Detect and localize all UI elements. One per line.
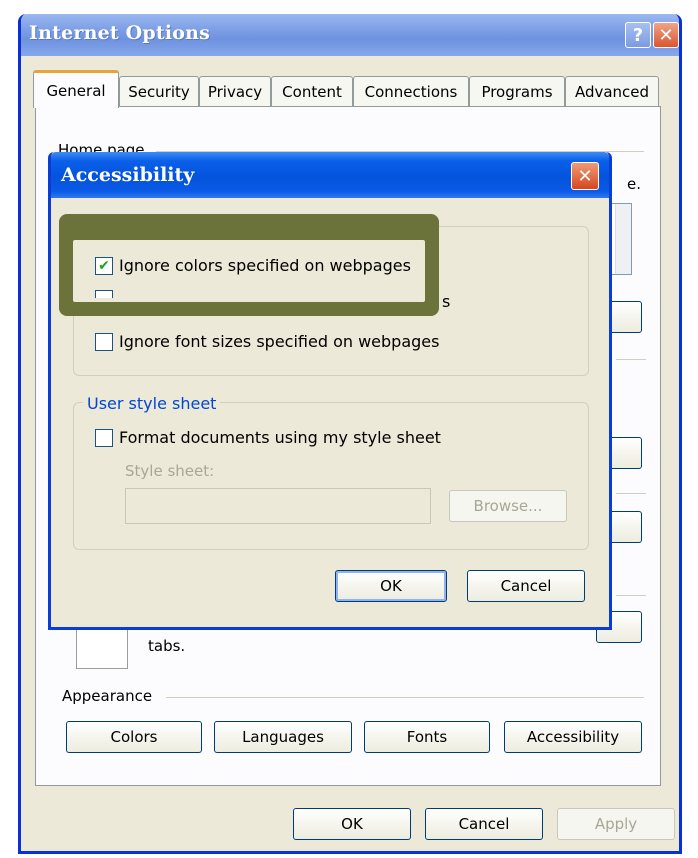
browse-button[interactable]: Browse... — [449, 490, 567, 522]
ignore-font-sizes-checkbox[interactable] — [95, 332, 113, 351]
textarea-scrollbar[interactable] — [615, 204, 631, 274]
apply-button[interactable]: Apply — [557, 808, 675, 840]
ignore-colors-checkbox-row[interactable]: ✔ Ignore colors specified on webpages — [95, 256, 411, 275]
ignore-font-styles-checkbox[interactable] — [95, 290, 113, 298]
close-button[interactable]: ✕ — [653, 22, 679, 48]
tabs-divider — [616, 595, 646, 596]
style-sheet-label: Style sheet: — [125, 462, 215, 480]
tab-programs[interactable]: Programs — [469, 76, 565, 106]
accessibility-button[interactable]: Accessibility — [504, 721, 642, 753]
dialog-title: Accessibility — [61, 164, 195, 186]
dialog-close-button[interactable]: ✕ — [571, 162, 599, 190]
tabs-icon — [76, 627, 128, 669]
ok-button[interactable]: OK — [293, 808, 411, 840]
ignore-font-sizes-label: Ignore font sizes specified on webpages — [119, 332, 440, 351]
format-docs-label: Format documents using my style sheet — [119, 428, 441, 447]
tab-connections[interactable]: Connections — [353, 76, 469, 106]
dialog-cancel-button[interactable]: Cancel — [467, 570, 585, 602]
tab-general[interactable]: General — [33, 70, 119, 108]
appearance-label: Appearance — [62, 687, 153, 705]
tabs-text-fragment: tabs. — [148, 637, 186, 655]
help-button[interactable]: ? — [625, 22, 651, 48]
user-style-sheet-legend: User style sheet — [83, 394, 221, 413]
fonts-button[interactable]: Fonts — [364, 721, 490, 753]
appearance-divider — [166, 697, 644, 698]
home-page-text-fragment: e. — [627, 175, 641, 193]
ignore-font-styles-fragment: s — [442, 292, 451, 311]
ignore-colors-checkbox[interactable]: ✔ — [95, 256, 113, 275]
window-title: Internet Options — [29, 22, 211, 44]
history-divider — [616, 359, 646, 360]
dialog-ok-button[interactable]: OK — [335, 570, 447, 602]
accessibility-dialog: Accessibility ✕ ✔ Ignore colors specifie… — [48, 152, 612, 630]
cancel-button[interactable]: Cancel — [425, 808, 543, 840]
colors-button[interactable]: Colors — [66, 721, 202, 753]
format-docs-checkbox[interactable] — [95, 428, 113, 447]
languages-button[interactable]: Languages — [214, 721, 352, 753]
search-divider — [616, 493, 646, 494]
tab-privacy[interactable]: Privacy — [199, 76, 271, 106]
tab-security[interactable]: Security — [119, 76, 199, 106]
style-sheet-input[interactable] — [125, 488, 431, 524]
ignore-colors-label: Ignore colors specified on webpages — [119, 256, 411, 275]
tab-advanced[interactable]: Advanced — [565, 76, 659, 106]
format-docs-checkbox-row[interactable]: Format documents using my style sheet — [95, 428, 441, 447]
tab-content[interactable]: Content — [271, 76, 353, 106]
ignore-font-sizes-checkbox-row[interactable]: Ignore font sizes specified on webpages — [95, 332, 439, 351]
